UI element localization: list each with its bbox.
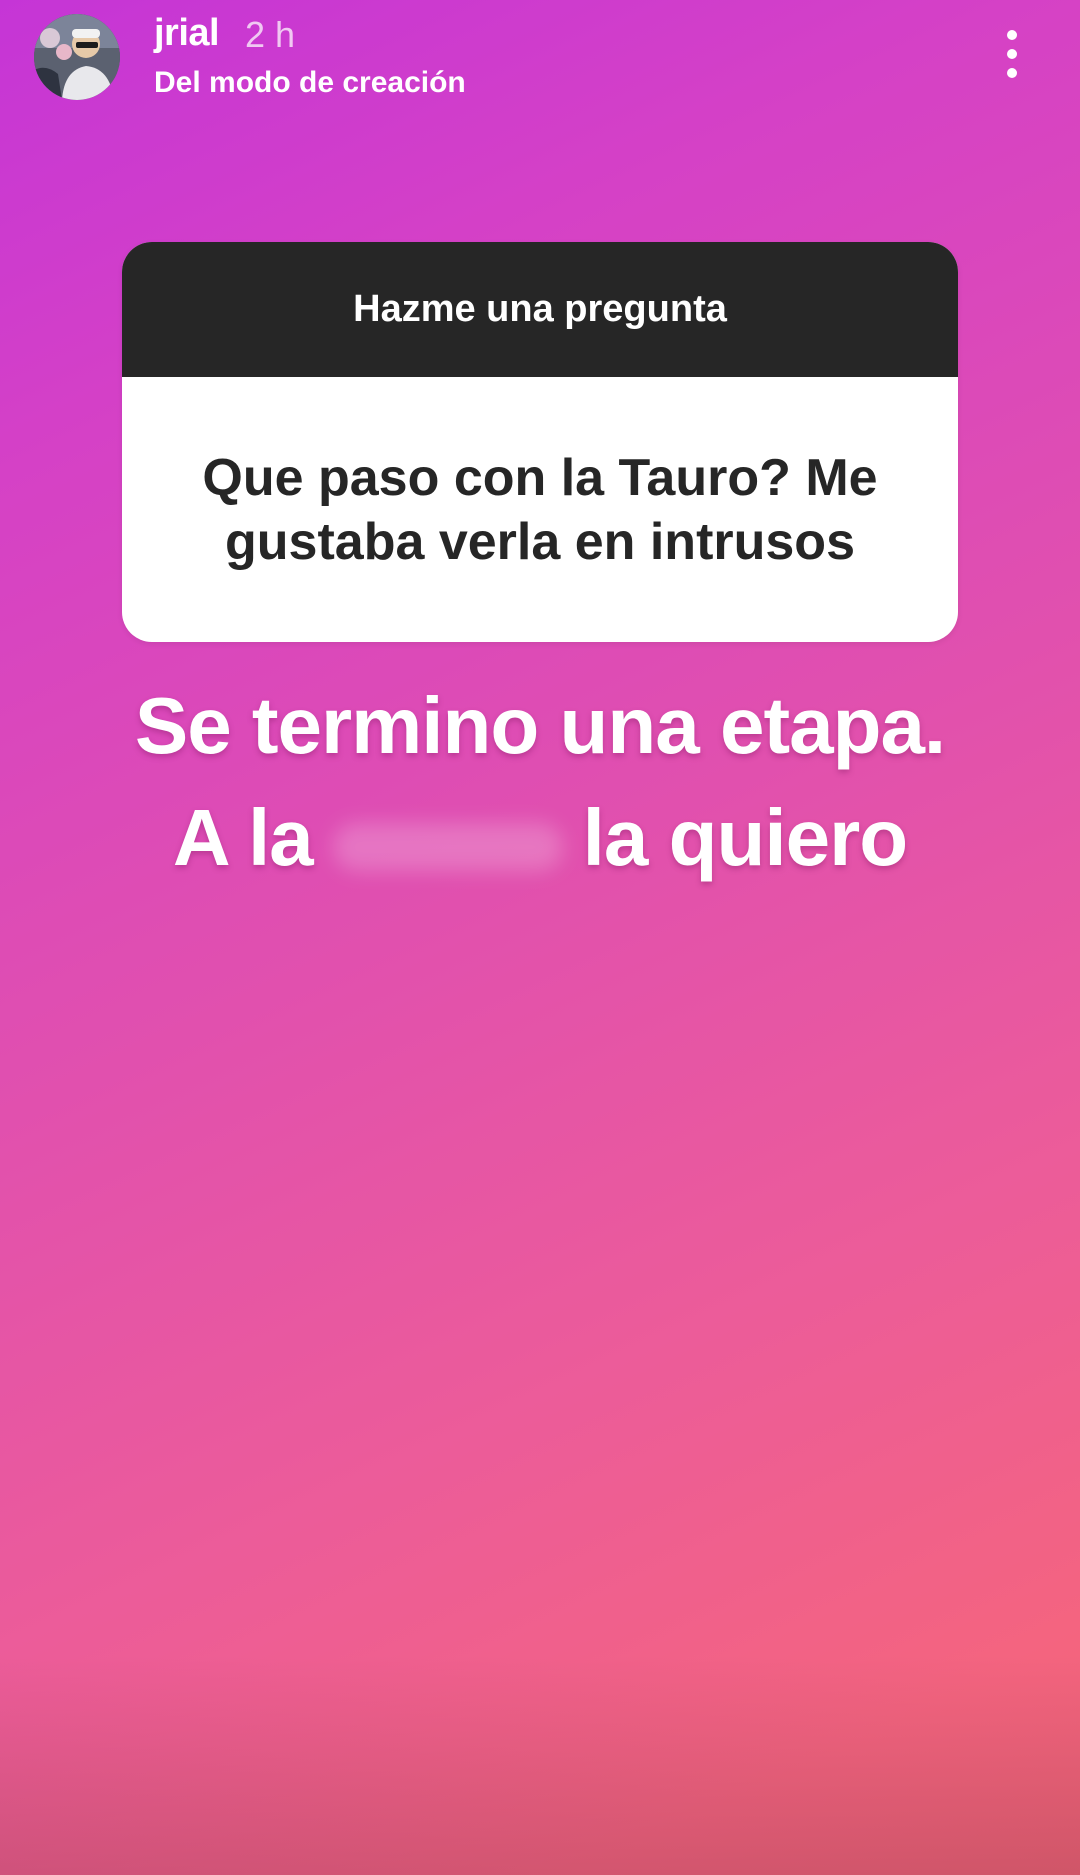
answer-line-1: Se termino una etapa. (0, 680, 1080, 772)
timestamp: 2 h (245, 14, 296, 55)
answer-line-2: A la la quiero (0, 792, 1080, 884)
username[interactable]: jrial (154, 12, 220, 55)
answer-text-1: Se termino una etapa. (134, 681, 946, 770)
blurred-word (323, 809, 573, 879)
answer-text-2-end: la quiero (582, 793, 908, 882)
question-sticker-title: Hazme una pregunta (353, 288, 727, 330)
question-sticker-body: Que paso con la Tauro? Me gustaba verla … (122, 377, 958, 642)
question-text: Que paso con la Tauro? Me gustaba verla … (202, 448, 878, 571)
answer-text-2-start: A la (172, 793, 314, 882)
question-sticker-header: Hazme una pregunta (122, 242, 958, 377)
more-vertical-icon-dot (1007, 68, 1017, 78)
more-vertical-icon-dot (1007, 49, 1017, 59)
story-source-label[interactable]: Del modo de creación (154, 66, 466, 100)
avatar[interactable] (34, 14, 120, 100)
more-options-button[interactable] (992, 24, 1032, 84)
more-vertical-icon (1007, 30, 1017, 40)
bottom-shade (0, 1655, 1080, 1875)
story-header: jrial 2 h Del modo de creación (0, 0, 1080, 120)
question-sticker: Hazme una pregunta Que paso con la Tauro… (122, 242, 958, 642)
